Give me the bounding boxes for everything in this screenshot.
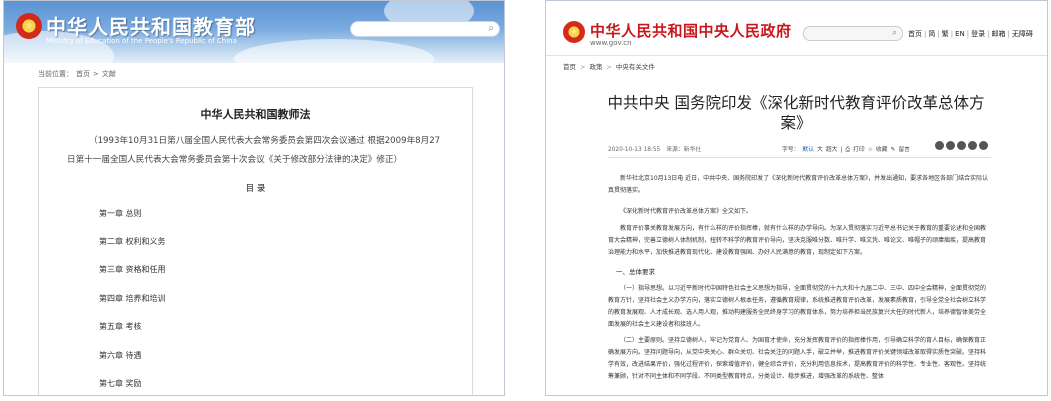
nav-login[interactable]: 登录 xyxy=(971,30,985,38)
nav-english[interactable]: EN xyxy=(955,30,965,38)
share-more-icon[interactable] xyxy=(979,141,988,150)
nav-accessibility[interactable]: 无障碍 xyxy=(1012,30,1033,38)
moe-page: ★ 中华人民共和国教育部 Ministry of Education of th… xyxy=(3,0,505,396)
toc-item[interactable]: 第一章 总则 xyxy=(99,208,142,219)
breadcrumb-literature-link[interactable]: 文献 xyxy=(102,70,116,78)
section-heading: 一、总体要求 xyxy=(616,268,655,276)
print-icon[interactable]: ⎙ xyxy=(845,147,850,153)
search-input[interactable]: ⌕ xyxy=(350,21,500,37)
article-source: 来源：新华社 xyxy=(666,147,702,153)
toc-item[interactable]: 第七章 奖励 xyxy=(99,378,142,389)
header-divider xyxy=(546,55,1047,56)
site-title[interactable]: 中华人民共和国教育部 xyxy=(46,11,256,40)
search-icon[interactable]: ⌕ xyxy=(488,22,494,36)
breadcrumb-label: 当前位置： xyxy=(38,70,73,78)
share-bar xyxy=(935,141,988,150)
font-size-large[interactable]: 大 xyxy=(817,147,823,153)
nav-simplified[interactable]: 简 xyxy=(928,30,935,38)
toc-title: 目 录 xyxy=(245,184,266,194)
breadcrumb-home-link[interactable]: 首页 xyxy=(76,70,90,78)
toc-item[interactable]: 第五章 考核 xyxy=(99,321,142,332)
search-icon[interactable]: ⌕ xyxy=(892,27,897,40)
breadcrumb-home-link[interactable]: 首页 xyxy=(563,63,576,71)
font-size-default[interactable]: 默认 xyxy=(802,147,814,153)
nav-mail[interactable]: 邮箱 xyxy=(991,30,1005,38)
toc-item[interactable]: 第六章 待遇 xyxy=(99,350,142,361)
document-title: 中华人民共和国教师法 xyxy=(200,108,311,121)
national-emblem-icon: ★ xyxy=(563,21,585,43)
breadcrumb-documents-link[interactable]: 中央有关文件 xyxy=(616,63,655,71)
moe-header-banner: ★ 中华人民共和国教育部 Ministry of Education of th… xyxy=(4,1,504,63)
site-subtitle: Ministry of Education of the People's Re… xyxy=(46,37,237,45)
nav-home[interactable]: 首页 xyxy=(908,30,922,38)
breadcrumb-separator: > xyxy=(580,63,586,71)
toc-item[interactable]: 第四章 培养和培训 xyxy=(99,293,166,304)
breadcrumb-separator: > xyxy=(606,63,612,71)
breadcrumb-separator: > xyxy=(93,70,99,78)
article-paragraph: （一）指导思想。以习近平新时代中国特色社会主义思想为指导，全面贯彻党的十九大和十… xyxy=(608,285,987,328)
toc-item[interactable]: 第三章 资格和任用 xyxy=(99,264,166,275)
site-title[interactable]: 中华人民共和国中央人民政府 xyxy=(590,20,792,41)
meta-divider xyxy=(608,157,991,158)
article-paragraph: （二）主要原则。坚持立德树人，牢记为党育人、为国育才使命，充分发挥教育评价的指挥… xyxy=(608,337,987,380)
article-paragraph: 新华社北京10月13日电 近日，中共中央、国务院印发了《深化新时代教育评价改革总… xyxy=(608,175,989,194)
gov-page: ★ 中华人民共和国中央人民政府 www.gov.cn ⌕ 首页 | 简 | 繁 | EN | 登… xyxy=(545,0,1048,396)
breadcrumb-policy-link[interactable]: 政策 xyxy=(589,63,602,71)
share-qq-icon[interactable] xyxy=(957,141,966,150)
top-nav: 首页 | 简 | 繁 | EN | 登录 | 邮箱 | 无障碍 xyxy=(908,30,1033,38)
article-tools: 字号： 默认大超大 | ⎙ 打印 ☆ 收藏 ✎ 留言 xyxy=(782,147,910,153)
breadcrumb: 当前位置： 首页 > 文献 xyxy=(38,69,119,79)
print-button[interactable]: 打印 xyxy=(853,147,865,153)
article-date: 2020-10-13 18:55 xyxy=(608,147,661,153)
share-weibo-icon[interactable] xyxy=(935,141,944,150)
article-paragraph: 《深化新时代教育评价改革总体方案》全文如下。 xyxy=(620,208,753,215)
font-size-xlarge[interactable]: 超大 xyxy=(826,147,838,153)
national-emblem-icon: ★ xyxy=(16,13,42,39)
document-note: （1993年10月31日第八届全国人民代表大会常务委员会第四次会议通过 根据20… xyxy=(67,136,441,165)
document-body: 中华人民共和国教师法 （1993年10月31日第八届全国人民代表大会常务委员会第… xyxy=(38,87,473,395)
comment-icon[interactable]: ✎ xyxy=(890,147,895,153)
favorite-icon[interactable]: ☆ xyxy=(868,147,873,153)
font-size-label: 字号： xyxy=(782,147,800,153)
article-meta: 2020-10-13 18:55 来源：新华社 xyxy=(608,144,707,153)
site-url: www.gov.cn xyxy=(590,39,632,47)
search-input[interactable]: ⌕ xyxy=(803,26,903,41)
toc-item[interactable]: 第二章 权利和义务 xyxy=(99,236,166,247)
nav-traditional[interactable]: 繁 xyxy=(942,30,949,38)
favorite-button[interactable]: 收藏 xyxy=(876,147,888,153)
comment-button[interactable]: 留言 xyxy=(898,147,910,153)
share-wechat-icon[interactable] xyxy=(946,141,955,150)
breadcrumb: 首页 > 政策 > 中央有关文件 xyxy=(563,61,659,71)
article-paragraph: 教育评价事关教育发展方向，有什么样的评价指挥棒，就有什么样的办学导向。为深入贯彻… xyxy=(608,225,987,256)
share-qzone-icon[interactable] xyxy=(968,141,977,150)
article-title: 中共中央 国务院印发《深化新时代教育评价改革总体方案》 xyxy=(607,94,985,132)
